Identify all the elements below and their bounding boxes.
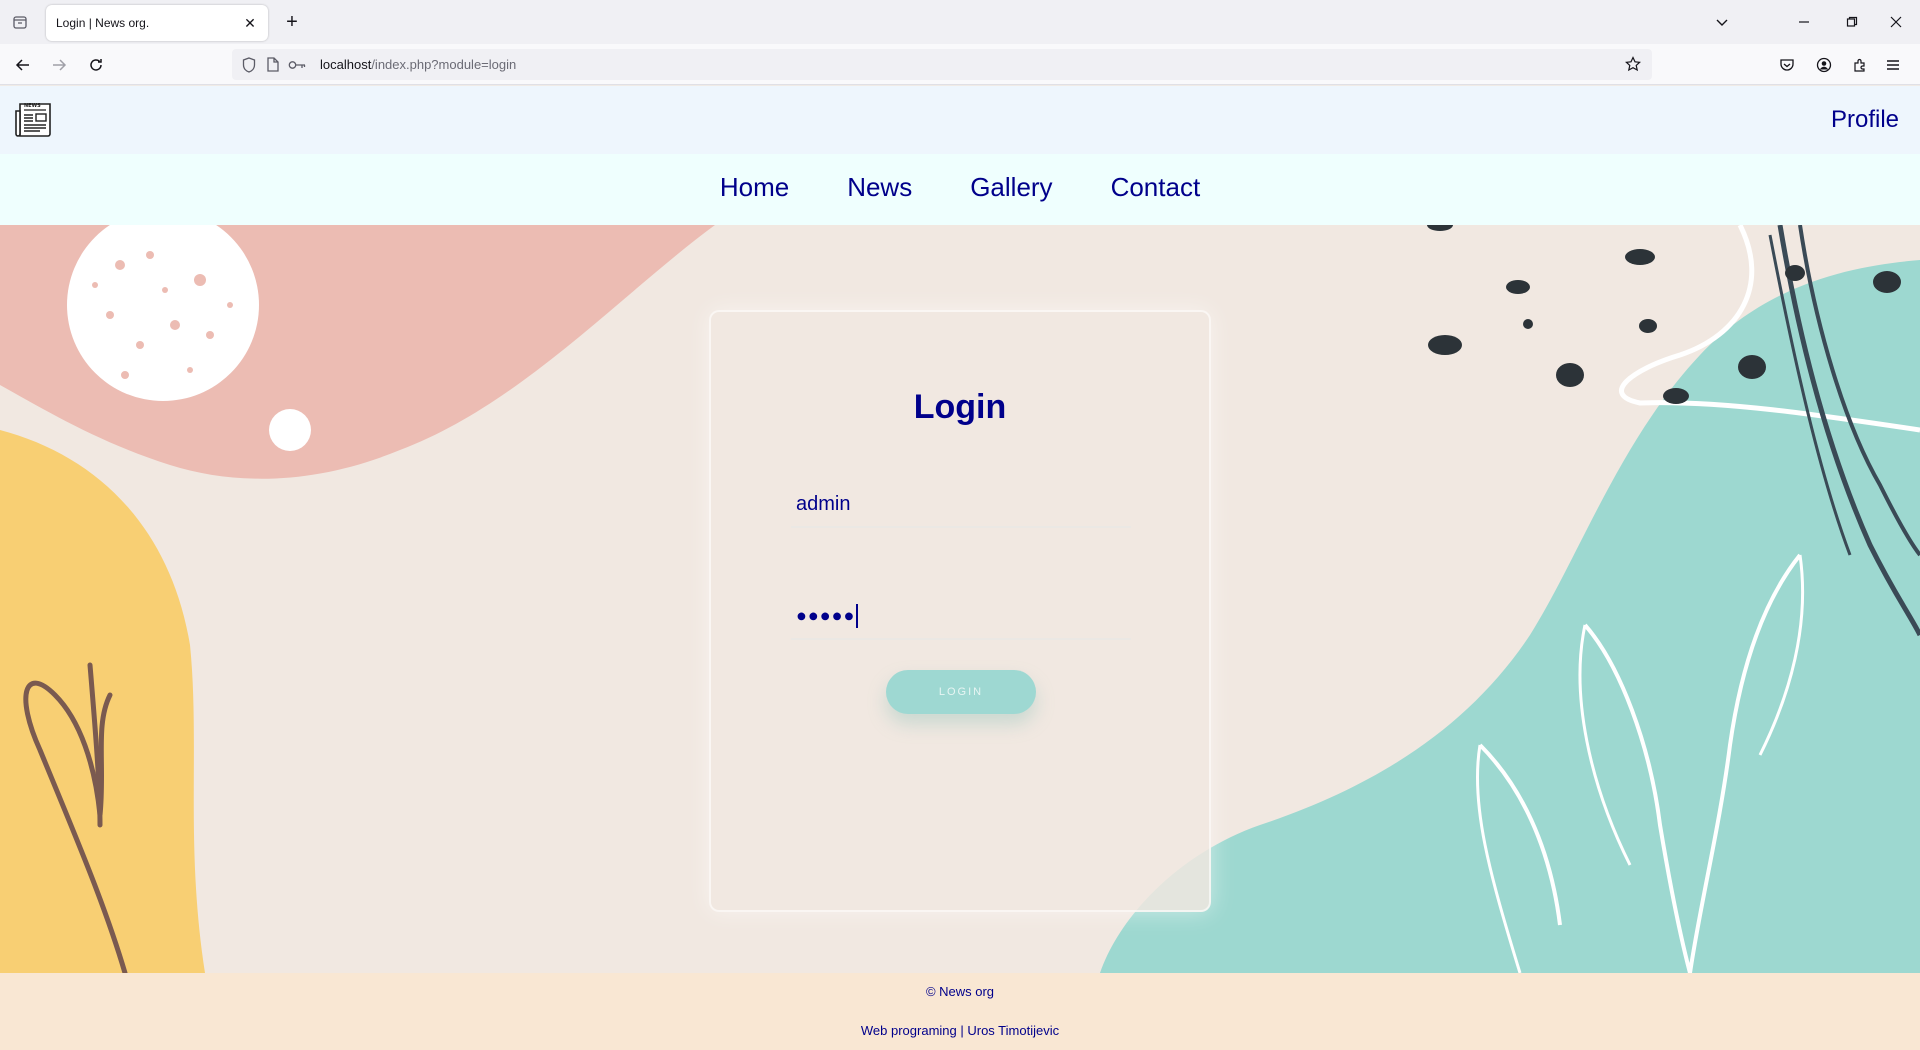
tab-list-icon[interactable] bbox=[8, 10, 32, 34]
url-host: localhost bbox=[320, 57, 372, 72]
browser-tab-bar: Login | News org. ✕ + bbox=[0, 0, 1920, 44]
login-hero: Login admin ●●●●● LOGIN bbox=[0, 225, 1920, 973]
username-value: admin bbox=[796, 493, 851, 515]
key-icon[interactable] bbox=[286, 54, 308, 76]
account-icon[interactable] bbox=[1811, 52, 1837, 78]
password-value: ●●●●● bbox=[796, 604, 859, 628]
menu-icon[interactable] bbox=[1880, 52, 1906, 78]
logo-text: NEWS bbox=[24, 103, 41, 109]
browser-nav-bar: localhost/index.php?module=login bbox=[0, 44, 1920, 85]
text-caret bbox=[856, 604, 859, 628]
nav-news[interactable]: News bbox=[847, 172, 912, 203]
forward-icon[interactable] bbox=[46, 52, 72, 78]
nav-contact[interactable]: Contact bbox=[1111, 172, 1201, 203]
page-icon[interactable] bbox=[262, 54, 284, 76]
login-title: Login bbox=[913, 388, 1007, 426]
back-icon[interactable] bbox=[10, 52, 36, 78]
star-icon[interactable] bbox=[1622, 53, 1644, 75]
nav-home[interactable]: Home bbox=[720, 172, 789, 203]
minimize-icon[interactable] bbox=[1792, 10, 1816, 34]
close-icon[interactable]: ✕ bbox=[242, 15, 258, 31]
footer-credit: Web programing | Uros Timotijevic bbox=[860, 1023, 1060, 1038]
browser-tab-active[interactable]: Login | News org. ✕ bbox=[46, 5, 268, 41]
window-close-icon[interactable] bbox=[1884, 10, 1908, 34]
profile-link[interactable]: Profile bbox=[1831, 106, 1899, 134]
reload-icon[interactable] bbox=[83, 52, 109, 78]
url-path: /index.php?module=login bbox=[371, 57, 517, 72]
footer-copyright: © News org bbox=[925, 984, 995, 999]
extensions-icon[interactable] bbox=[1847, 52, 1873, 78]
nav-gallery[interactable]: Gallery bbox=[970, 172, 1052, 203]
tab-title: Login | News org. bbox=[56, 16, 150, 30]
url-text[interactable]: localhost/index.php?module=login bbox=[320, 57, 516, 72]
pocket-icon[interactable] bbox=[1774, 52, 1800, 78]
password-mask: ●●●●● bbox=[796, 605, 856, 626]
username-input[interactable]: admin bbox=[791, 482, 1131, 528]
chevron-down-icon[interactable] bbox=[1710, 10, 1734, 34]
url-bar[interactable]: localhost/index.php?module=login bbox=[232, 49, 1652, 80]
site-footer: © News org Web programing | Uros Timotij… bbox=[0, 973, 1920, 1050]
login-button[interactable]: LOGIN bbox=[886, 670, 1036, 714]
newspaper-logo-icon[interactable]: NEWS bbox=[15, 102, 55, 138]
plus-icon[interactable]: + bbox=[280, 10, 304, 34]
site-nav: Home News Gallery Contact bbox=[0, 154, 1920, 225]
login-card: Login admin ●●●●● LOGIN bbox=[709, 310, 1211, 912]
password-input[interactable]: ●●●●● bbox=[791, 594, 1131, 640]
shield-icon[interactable] bbox=[238, 54, 260, 76]
restore-icon[interactable] bbox=[1840, 10, 1864, 34]
site-header: NEWS Profile bbox=[0, 86, 1920, 154]
